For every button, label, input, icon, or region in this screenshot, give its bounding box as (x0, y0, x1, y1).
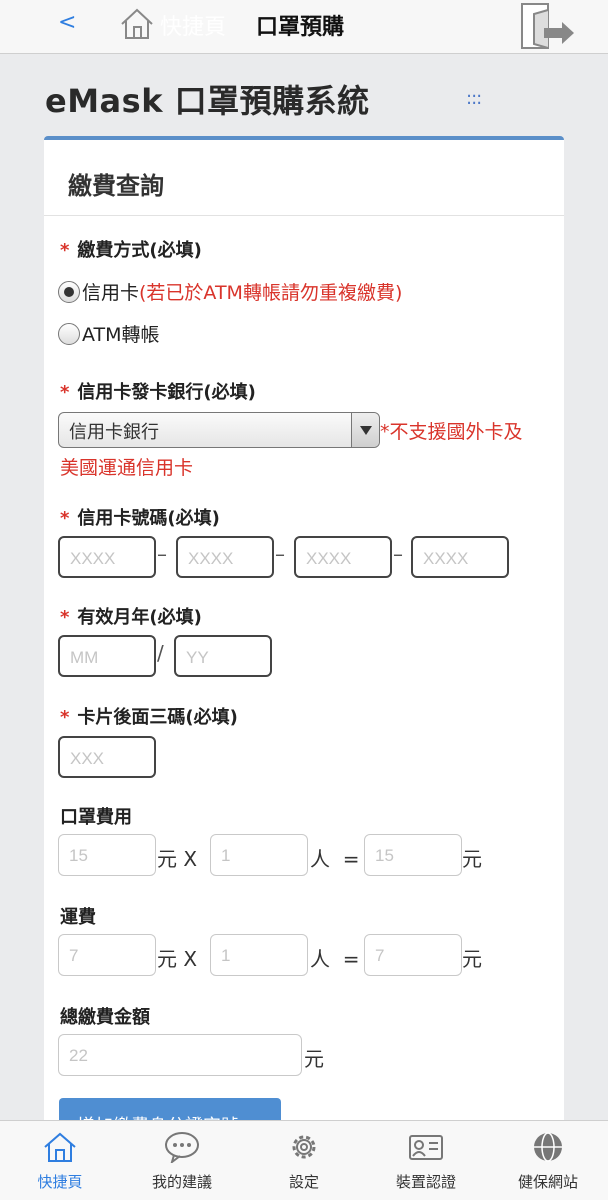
mask-fee-label: 口罩費用 (60, 807, 132, 828)
mask-people-field: 1 (210, 834, 308, 876)
required-star: * (60, 607, 70, 628)
shipping-unit-label: 元 X (157, 947, 198, 971)
tab-nhi-website[interactable]: 健保網站 (498, 1121, 598, 1200)
tab-settings[interactable]: 設定 (254, 1121, 354, 1200)
mask-unit-price-field: 15 (58, 834, 156, 876)
mask-unit-label: 元 X (157, 847, 198, 871)
total-label: 總繳費金額 (60, 1007, 150, 1028)
required-star: * (60, 240, 70, 261)
gear-icon (292, 1135, 316, 1159)
radio-button-checked[interactable] (58, 280, 80, 303)
bank-note-line1: *不支援國外卡及 (380, 421, 523, 443)
menu-dots-icon[interactable]: ::: (466, 88, 482, 109)
card-title: 繳費查詢 (68, 172, 164, 200)
bottom-tab-bar: 快捷頁 我的建議 設定 裝置認證 健保網站 (0, 1120, 608, 1200)
tab-device-auth-label: 裝置認證 (395, 1173, 456, 1191)
payment-method-label: * 繳費方式(必填) (60, 240, 202, 261)
shipping-people-field: 1 (210, 934, 308, 976)
card-number-field-3[interactable]: XXXX (294, 536, 392, 578)
card-header: 繳費查詢 (44, 140, 564, 216)
card-number-field-4[interactable]: XXXX (411, 536, 509, 578)
shipping-unit-price-field: 7 (58, 934, 156, 976)
tab-home[interactable]: 快捷頁 (10, 1121, 110, 1200)
shipping-label: 運費 (60, 907, 96, 928)
bank-label: * 信用卡發卡銀行(必填) (60, 382, 256, 403)
tab-my-suggestions[interactable]: 我的建議 (132, 1121, 232, 1200)
system-title: eMask 口罩預購系統 (45, 82, 370, 120)
logout-icon[interactable] (514, 2, 578, 52)
cvv-field[interactable]: XXX (58, 736, 156, 778)
radio-credit-card-note: (若已於ATM轉帳請勿重複繳費) (139, 282, 403, 304)
shipping-total-unit: 元 (462, 947, 482, 971)
breadcrumb-home[interactable]: 快捷頁 (160, 9, 226, 41)
home-icon (44, 1132, 76, 1162)
tab-my-suggestions-label: 我的建議 (151, 1173, 212, 1191)
radio-credit-card[interactable]: 信用卡 (若已於ATM轉帳請勿重複繳費) (58, 278, 402, 305)
bank-select[interactable]: 信用卡銀行 (58, 412, 380, 448)
radio-atm-transfer[interactable]: ATM轉帳 (58, 320, 160, 347)
required-star: * (60, 508, 70, 529)
mask-people-unit: 人 = (310, 847, 360, 871)
card-number-label: * 信用卡號碼(必填) (60, 508, 220, 529)
mask-total-unit: 元 (462, 847, 482, 871)
total-amount-field: 22 (58, 1034, 302, 1076)
expiry-separator: / (157, 641, 164, 665)
chat-bubble-icon (165, 1132, 199, 1163)
globe-icon (534, 1132, 562, 1162)
total-unit: 元 (304, 1047, 324, 1071)
card-number-separator: – (157, 542, 167, 566)
back-button[interactable]: < (58, 10, 76, 35)
cvv-label: * 卡片後面三碼(必填) (60, 707, 238, 728)
tab-home-label: 快捷頁 (37, 1173, 83, 1191)
payment-query-card: 繳費查詢 * 繳費方式(必填) 信用卡 (若已於ATM轉帳請勿重複繳費) ATM轉… (44, 136, 564, 1148)
top-nav-bar: < 快捷頁 口罩預購 (0, 0, 608, 54)
tab-nhi-website-label: 健保網站 (517, 1173, 578, 1191)
shipping-total-field: 7 (364, 934, 462, 976)
bank-note-line2: 美國運通信用卡 (60, 457, 194, 479)
shipping-people-unit: 人 = (310, 947, 360, 971)
required-star: * (60, 707, 70, 728)
radio-button-unchecked[interactable] (58, 322, 80, 345)
expiry-month-field[interactable]: MM (58, 635, 156, 677)
page-title: 口罩預購 (256, 15, 345, 40)
tab-settings-label: 設定 (288, 1173, 319, 1191)
card-number-field-2[interactable]: XXXX (176, 536, 274, 578)
chevron-down-icon[interactable] (351, 413, 379, 447)
radio-credit-card-label: 信用卡 (82, 282, 140, 304)
tab-device-auth[interactable]: 裝置認證 (376, 1121, 476, 1200)
home-icon[interactable] (118, 6, 156, 42)
card-number-field-1[interactable]: XXXX (58, 536, 156, 578)
id-card-icon (409, 1135, 443, 1160)
card-number-separator: – (275, 542, 285, 566)
expiry-year-field[interactable]: YY (174, 635, 272, 677)
expiry-label: * 有效月年(必填) (60, 607, 202, 628)
card-number-separator: – (393, 542, 403, 566)
bank-select-value: 信用卡銀行 (69, 422, 159, 443)
radio-atm-transfer-label: ATM轉帳 (82, 324, 160, 346)
required-star: * (60, 382, 70, 403)
mask-total-field: 15 (364, 834, 462, 876)
